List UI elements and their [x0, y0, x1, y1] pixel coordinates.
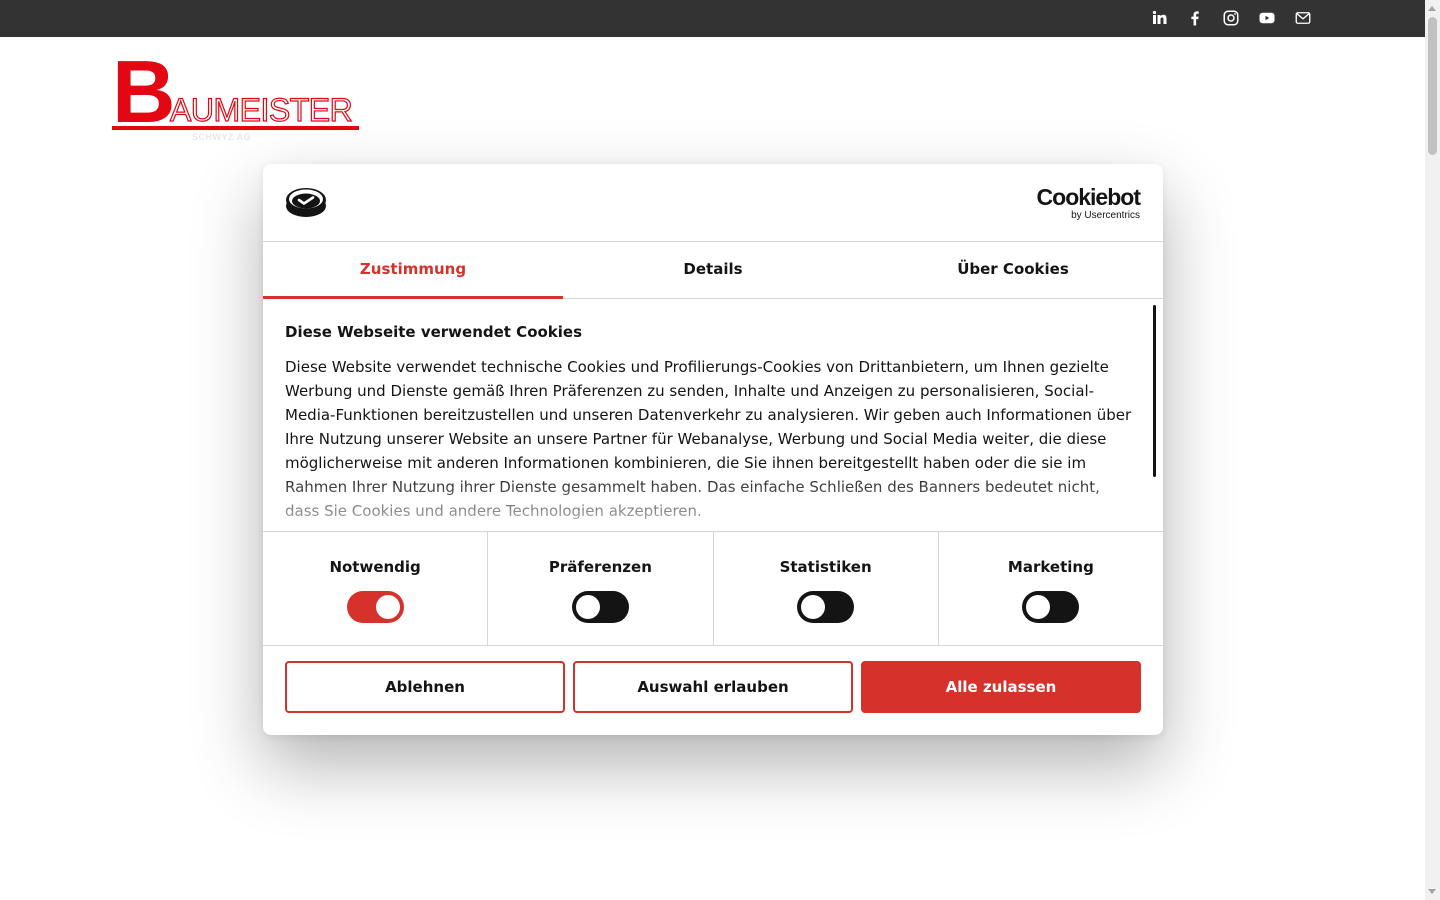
page-scrollbar[interactable] — [1425, 0, 1440, 900]
cookie-categories: Notwendig Präferenzen Statistiken Market… — [263, 531, 1163, 646]
category-statistiken: Statistiken — [714, 532, 939, 645]
top-bar — [0, 0, 1425, 37]
cookiebot-logo-icon — [285, 186, 327, 222]
scroll-up-arrow-icon[interactable] — [1428, 6, 1436, 11]
dialog-header: Cookiebot by Usercentrics — [263, 164, 1163, 242]
toggle-notwendig[interactable] — [346, 591, 404, 623]
tab-zustimmung[interactable]: Zustimmung — [263, 242, 563, 299]
category-notwendig: Notwendig — [263, 532, 489, 645]
facebook-icon[interactable] — [1185, 8, 1205, 28]
category-praeferenzen: Präferenzen — [488, 532, 714, 645]
toggle-praeferenzen[interactable] — [571, 591, 629, 623]
scroll-down-arrow-icon[interactable] — [1428, 889, 1436, 894]
decline-button[interactable]: Ablehnen — [285, 661, 565, 713]
category-label: Marketing — [1007, 558, 1094, 576]
linkedin-icon[interactable] — [1149, 8, 1169, 28]
site-logo[interactable]: B AUMEISTER SCHWYZ AG — [112, 48, 362, 144]
cookiebot-name: Cookiebot — [1036, 184, 1141, 210]
allow-all-button[interactable]: Alle zulassen — [861, 661, 1141, 713]
toggle-knob — [575, 595, 600, 619]
category-label: Notwendig — [329, 558, 421, 576]
logo-subtitle: SCHWYZ AG — [192, 132, 252, 142]
consent-heading: Diese Webseite verwendet Cookies — [285, 323, 583, 341]
consent-content[interactable]: Diese Webseite verwendet Cookies Diese W… — [263, 305, 1163, 531]
allow-selection-button[interactable]: Auswahl erlauben — [573, 661, 853, 713]
tab-details[interactable]: Details — [563, 242, 863, 298]
instagram-icon[interactable] — [1221, 8, 1241, 28]
logo-underline — [112, 126, 359, 130]
category-label: Statistiken — [779, 558, 872, 576]
youtube-icon[interactable] — [1257, 8, 1277, 28]
dialog-tabs: Zustimmung Details Über Cookies — [263, 242, 1163, 299]
toggle-knob — [1026, 595, 1051, 619]
toggle-marketing[interactable] — [1022, 591, 1080, 623]
toggle-knob — [375, 595, 400, 619]
content-fade — [263, 473, 1143, 531]
tab-ueber-cookies[interactable]: Über Cookies — [863, 242, 1163, 298]
cookiebot-by: by Usercentrics — [1071, 210, 1140, 221]
consent-buttons: Ablehnen Auswahl erlauben Alle zulassen — [285, 661, 1141, 713]
social-links — [1149, 8, 1313, 28]
category-marketing: Marketing — [939, 532, 1163, 645]
logo-initial: B — [112, 42, 176, 141]
logo-wordmark: AUMEISTER — [169, 92, 353, 128]
category-label: Präferenzen — [548, 558, 652, 576]
mail-icon[interactable] — [1293, 8, 1313, 28]
toggle-statistiken[interactable] — [797, 591, 855, 623]
scroll-thumb[interactable] — [1428, 17, 1437, 155]
cookiebot-brand[interactable]: Cookiebot by Usercentrics — [1036, 184, 1141, 221]
content-scrollbar[interactable] — [1153, 305, 1156, 477]
cookie-consent-dialog: Cookiebot by Usercentrics Zustimmung Det… — [263, 164, 1163, 735]
toggle-knob — [801, 595, 826, 619]
